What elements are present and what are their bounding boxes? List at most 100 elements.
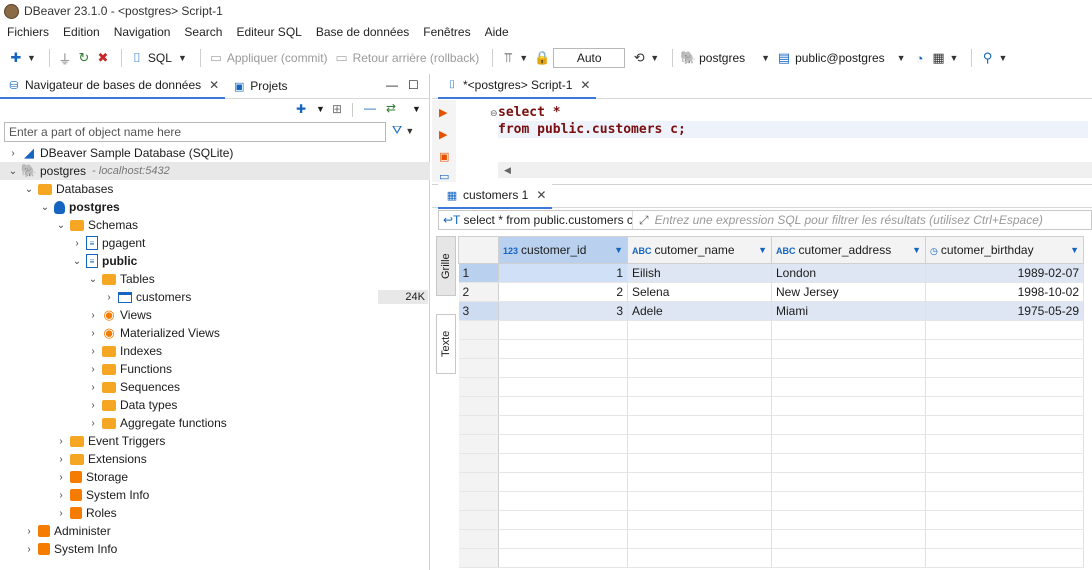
execute-script-icon[interactable]: ▣: [439, 150, 449, 163]
cell-cutomer-birthday[interactable]: 1989-02-07: [925, 263, 1084, 283]
chevron-right-icon[interactable]: ›: [88, 400, 98, 411]
menu-edition[interactable]: Edition: [63, 25, 100, 39]
tab-script-1[interactable]: ⌷ *<postgres> Script-1 ✕: [438, 73, 597, 99]
commit-button[interactable]: Appliquer (commit): [227, 51, 328, 65]
menu-aide[interactable]: Aide: [485, 25, 509, 39]
query-text[interactable]: ↩T select * from public.customers c: [439, 211, 633, 229]
chevron-right-icon[interactable]: ›: [88, 418, 98, 429]
sql-editor[interactable]: ▶ ▶ ▣ ▭ ⊖ select * from public.customers…: [432, 100, 1092, 183]
chevron-down-icon[interactable]: ⌄: [88, 274, 98, 285]
cell-cutomer-birthday[interactable]: 1998-10-02: [925, 282, 1084, 302]
minimize-icon[interactable]: —: [386, 78, 398, 92]
tree-item-functions[interactable]: › Functions: [0, 360, 430, 378]
chevron-right-icon[interactable]: ›: [88, 346, 98, 357]
new-connection-dropdown-icon[interactable]: ▼: [27, 53, 36, 63]
sort-icon[interactable]: ▼: [1070, 245, 1079, 255]
results-grid[interactable]: 123 customer_id ▼ ABC cutomer_name ▼ ABC cuto…: [458, 236, 1092, 570]
table-row[interactable]: 2 2 Selena New Jersey 1998-10-02: [458, 282, 1084, 302]
chevron-down-icon[interactable]: ⌄: [72, 256, 82, 267]
chevron-right-icon[interactable]: ›: [88, 328, 98, 339]
transaction-mode-combo[interactable]: Auto: [553, 48, 626, 68]
transaction-mode-icon[interactable]: ⫪: [500, 50, 516, 66]
tree-item-system-info[interactable]: › System Info: [0, 486, 430, 504]
chevron-right-icon[interactable]: ›: [56, 454, 66, 465]
column-header-customer-id[interactable]: 123 customer_id ▼: [498, 236, 628, 264]
cell-cutomer-name[interactable]: Selena: [627, 282, 772, 302]
new-connection-icon[interactable]: ✚: [8, 50, 24, 66]
tree-item-sequences[interactable]: › Sequences: [0, 378, 430, 396]
table-row[interactable]: 3 3 Adele Miami 1975-05-29: [458, 301, 1084, 321]
chevron-right-icon[interactable]: ›: [56, 472, 66, 483]
table-row[interactable]: 1 1 Eilish London 1989-02-07: [458, 263, 1084, 283]
horizontal-scrollbar[interactable]: ◀: [498, 162, 1092, 178]
new-folder-icon[interactable]: ⊞: [332, 102, 342, 116]
tree-item-tables[interactable]: ⌄ Tables: [0, 270, 430, 288]
chevron-right-icon[interactable]: ›: [24, 526, 34, 537]
tree-item-sample-db[interactable]: › ◢ DBeaver Sample Database (SQLite): [0, 144, 430, 162]
tree-item-administer[interactable]: › Administer: [0, 522, 430, 540]
active-connection-selector[interactable]: postgres: [699, 51, 745, 65]
connect-icon[interactable]: ⏚: [57, 50, 73, 67]
tree-item-storage[interactable]: › Storage: [0, 468, 430, 486]
link-with-editor-icon[interactable]: ⇄: [386, 101, 396, 115]
chevron-right-icon[interactable]: ›: [24, 544, 34, 555]
tree-item-materialized-views[interactable]: › ◉ Materialized Views: [0, 324, 430, 342]
search-dropdown-icon[interactable]: ▼: [998, 53, 1007, 63]
dashboard-icon[interactable]: ◔: [912, 50, 928, 66]
menu-base-de-donnees[interactable]: Base de données: [316, 25, 409, 39]
history-icon[interactable]: ⟲: [631, 50, 647, 66]
active-schema-selector[interactable]: public@postgres: [795, 51, 885, 65]
chevron-right-icon[interactable]: ›: [72, 238, 82, 249]
tree-item-databases[interactable]: ⌄ Databases: [0, 180, 430, 198]
cell-customer-id[interactable]: 2: [498, 282, 628, 302]
disconnect-icon[interactable]: ✖: [95, 50, 111, 66]
tree-item-extensions[interactable]: › Extensions: [0, 450, 430, 468]
cell-customer-id[interactable]: 1: [498, 263, 628, 283]
new-connection-icon[interactable]: ✚: [296, 102, 306, 116]
sql-button[interactable]: SQL: [148, 51, 172, 65]
maximize-icon[interactable]: ☐: [408, 78, 419, 92]
chevron-right-icon[interactable]: ›: [56, 436, 66, 447]
fold-icon[interactable]: ⊖: [490, 108, 498, 119]
menu-search[interactable]: Search: [184, 25, 222, 39]
tab-customers-1[interactable]: ▦ customers 1 ✕: [438, 183, 553, 209]
cell-cutomer-address[interactable]: Miami: [771, 301, 926, 321]
menu-fichiers[interactable]: Fichiers: [7, 25, 49, 39]
rollback-icon[interactable]: ▭: [334, 50, 350, 66]
search-icon[interactable]: ⚲: [979, 50, 995, 66]
cell-cutomer-address[interactable]: London: [771, 263, 926, 283]
chevron-down-icon[interactable]: ⌄: [40, 202, 50, 213]
scroll-left-icon[interactable]: ◀: [498, 165, 511, 175]
row-number[interactable]: 2: [458, 282, 499, 302]
tools-dropdown-icon[interactable]: ▼: [950, 53, 959, 63]
commit-icon[interactable]: ▭: [208, 50, 224, 66]
tree-item-pgagent[interactable]: › ≡ pgagent: [0, 234, 430, 252]
explain-plan-icon[interactable]: ▭: [439, 170, 449, 183]
tree-item-system-info-root[interactable]: › System Info: [0, 540, 430, 558]
close-icon[interactable]: ✕: [580, 78, 590, 92]
tree-item-customers[interactable]: › customers 24K: [0, 288, 430, 306]
menu-fenetres[interactable]: Fenêtres: [423, 25, 470, 39]
menu-navigation[interactable]: Navigation: [114, 25, 171, 39]
menu-editeur-sql[interactable]: Editeur SQL: [236, 25, 301, 39]
column-header-cutomer-address[interactable]: ABC cutomer_address ▼: [771, 236, 926, 264]
execute-statement-icon[interactable]: ▶: [439, 106, 447, 119]
tree-item-views[interactable]: › ◉ Views: [0, 306, 430, 324]
chevron-down-icon[interactable]: ⌄: [8, 166, 18, 177]
tree-item-postgres-connection[interactable]: ⌄ 🐘 postgres - localhost:5432: [0, 162, 430, 180]
expand-icon[interactable]: ⤢: [633, 213, 649, 228]
tree-item-schemas[interactable]: ⌄ Schemas: [0, 216, 430, 234]
cell-cutomer-address[interactable]: New Jersey: [771, 282, 926, 302]
tree-item-db-postgres[interactable]: ⌄ postgres: [0, 198, 430, 216]
tab-grid[interactable]: Grille: [436, 236, 456, 296]
sort-icon[interactable]: ▼: [758, 245, 767, 255]
tree-item-public[interactable]: ⌄ ≡ public: [0, 252, 430, 270]
cell-cutomer-birthday[interactable]: 1975-05-29: [925, 301, 1084, 321]
chevron-right-icon[interactable]: ›: [104, 292, 114, 303]
lock-icon[interactable]: 🔒: [534, 50, 550, 66]
tab-database-navigator[interactable]: ⛁ Navigateur de bases de données ✕: [0, 73, 226, 99]
column-header-cutomer-birthday[interactable]: ◷ cutomer_birthday ▼: [925, 236, 1084, 264]
rollback-button[interactable]: Retour arrière (rollback): [353, 51, 480, 65]
chevron-right-icon[interactable]: ›: [56, 508, 66, 519]
schema-dropdown-icon[interactable]: ▼: [897, 53, 906, 63]
